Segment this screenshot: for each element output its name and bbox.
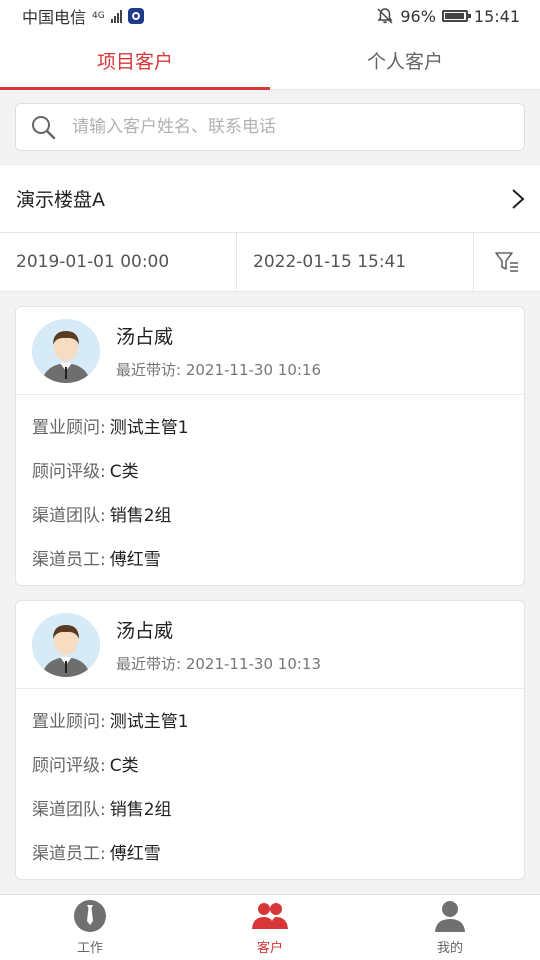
search-input[interactable]: [72, 117, 510, 137]
last-visit-label: 最近带访:: [116, 654, 182, 673]
customer-details: 置业顾问: 测试主管1 顾问评级: C类 渠道团队: 销售2组 渠道员工: 傅红…: [16, 689, 524, 879]
field-label: 顾问评级:: [32, 461, 106, 482]
last-visit: 最近带访: 2021-11-30 10:16: [116, 359, 321, 380]
tab-project-customers[interactable]: 项目客户: [0, 32, 270, 90]
avatar: [32, 318, 100, 383]
field-rating: 顾问评级: C类: [32, 741, 508, 785]
battery-icon: [441, 10, 471, 22]
field-channel-staff: 渠道员工: 傅红雪: [32, 829, 508, 873]
field-value: 测试主管1: [109, 417, 189, 438]
filter-icon: [495, 252, 518, 272]
network-type: 4G: [92, 10, 105, 21]
field-value: 傅红雪: [109, 843, 161, 864]
customers-icon: [252, 903, 288, 929]
work-icon: [74, 900, 106, 932]
customer-card[interactable]: 汤占威 最近带访: 2021-11-30 10:13 置业顾问: 测试主管1 顾…: [15, 600, 525, 880]
field-value: 销售2组: [109, 799, 172, 820]
field-consultant: 置业顾问: 测试主管1: [32, 697, 508, 741]
customer-info: 汤占威 最近带访: 2021-11-30 10:13: [116, 616, 321, 674]
last-visit: 最近带访: 2021-11-30 10:13: [116, 653, 321, 674]
customer-name: 汤占威: [116, 325, 174, 348]
field-channel-team: 渠道团队: 销售2组: [32, 491, 508, 535]
customer-card[interactable]: 汤占威 最近带访: 2021-11-30 10:16 置业顾问: 测试主管1 顾…: [15, 306, 525, 586]
mute-bell-icon: [377, 8, 393, 24]
nav-label: 我的: [436, 941, 463, 956]
nav-label: 工作: [76, 941, 103, 956]
nav-customers[interactable]: 客户: [180, 895, 360, 960]
customer-type-tabs: 项目客户 个人客户: [0, 32, 540, 90]
field-label: 置业顾问:: [32, 711, 106, 732]
chevron-right-icon: [512, 188, 525, 209]
battery-percent: 96%: [400, 6, 436, 26]
carrier-label: 中国电信: [22, 8, 87, 27]
nav-work[interactable]: 工作: [0, 895, 180, 960]
field-label: 渠道员工:: [32, 843, 106, 864]
person-avatar-icon: [32, 612, 100, 677]
filter-button[interactable]: [474, 233, 540, 291]
project-selector[interactable]: 演示楼盘A: [0, 164, 540, 232]
app-notification-icon: [127, 8, 144, 24]
profile-icon: [435, 901, 465, 932]
avatar: [32, 612, 100, 677]
field-value: 测试主管1: [109, 711, 189, 732]
search-section: [0, 90, 540, 164]
end-date-picker[interactable]: 2022-01-15 15:41: [237, 233, 474, 291]
last-visit-label: 最近带访:: [116, 360, 182, 379]
bottom-nav: 工作 客户 我的: [0, 894, 540, 960]
last-visit-time: 2021-11-30 10:16: [185, 360, 322, 379]
customer-info: 汤占威 最近带访: 2021-11-30 10:16: [116, 322, 321, 380]
nav-profile[interactable]: 我的: [360, 895, 540, 960]
date-range-filter: 2019-01-01 00:00 2022-01-15 15:41: [0, 232, 540, 292]
field-value: 傅红雪: [109, 549, 161, 570]
field-value: C类: [109, 461, 139, 482]
field-consultant: 置业顾问: 测试主管1: [32, 403, 508, 447]
field-label: 顾问评级:: [32, 755, 106, 776]
field-label: 渠道团队:: [32, 799, 106, 820]
signal-icon: [110, 9, 122, 23]
person-avatar-icon: [32, 318, 100, 383]
field-value: C类: [109, 755, 139, 776]
customer-details: 置业顾问: 测试主管1 顾问评级: C类 渠道团队: 销售2组 渠道员工: 傅红…: [16, 395, 524, 585]
customer-list: 汤占威 最近带访: 2021-11-30 10:16 置业顾问: 测试主管1 顾…: [0, 292, 540, 880]
field-channel-staff: 渠道员工: 傅红雪: [32, 535, 508, 579]
field-label: 置业顾问:: [32, 417, 106, 438]
field-label: 渠道团队:: [32, 505, 106, 526]
customer-name: 汤占威: [116, 619, 174, 642]
customer-card-header: 汤占威 最近带访: 2021-11-30 10:16: [16, 307, 524, 395]
tab-personal-customers[interactable]: 个人客户: [270, 32, 540, 89]
clock: 15:41: [473, 6, 520, 26]
field-channel-team: 渠道团队: 销售2组: [32, 785, 508, 829]
search-icon: [32, 116, 56, 140]
field-label: 渠道员工:: [32, 549, 106, 570]
last-visit-time: 2021-11-30 10:13: [185, 654, 322, 673]
field-value: 销售2组: [109, 505, 172, 526]
status-bar: 中国电信 4G 96% 15:41: [0, 0, 540, 32]
field-rating: 顾问评级: C类: [32, 447, 508, 491]
project-name: 演示楼盘A: [16, 189, 105, 211]
customer-card-header: 汤占威 最近带访: 2021-11-30 10:13: [16, 601, 524, 689]
nav-label: 客户: [256, 941, 283, 956]
search-box: [15, 103, 525, 151]
start-date-picker[interactable]: 2019-01-01 00:00: [0, 233, 237, 291]
